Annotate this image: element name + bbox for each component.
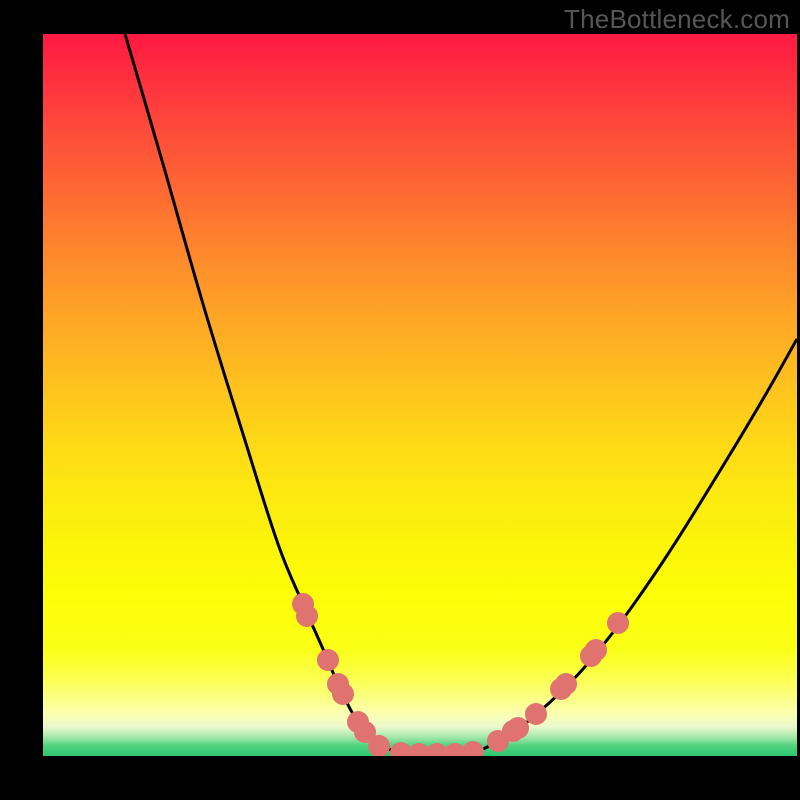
marker-dot — [585, 639, 607, 661]
marker-dot — [525, 703, 547, 725]
watermark-text: TheBottleneck.com — [564, 4, 790, 35]
bottleneck-curve — [125, 34, 797, 754]
marker-dot — [368, 735, 390, 756]
chart-frame: TheBottleneck.com — [0, 0, 800, 800]
marker-dot — [462, 741, 484, 756]
plot-area — [43, 34, 797, 756]
curve-svg — [43, 34, 797, 756]
marker-dot — [296, 605, 318, 627]
marker-dot — [607, 612, 629, 634]
marker-dot — [332, 683, 354, 705]
marker-dot — [555, 673, 577, 695]
marker-dot — [317, 649, 339, 671]
marker-dot — [507, 717, 529, 739]
